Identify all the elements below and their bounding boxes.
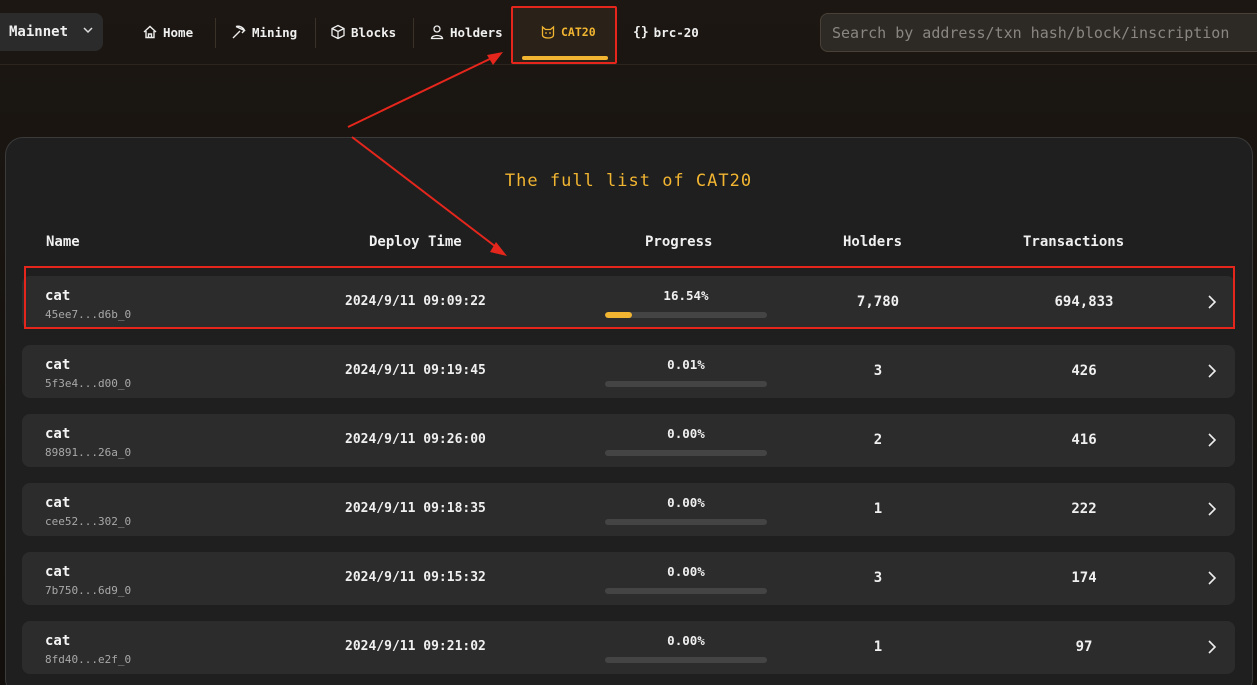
cat-icon [541,25,555,39]
top-navbar: Mainnet Home Mining Blocks Holders CAT20… [0,0,1257,65]
token-id: 7b750...6d9_0 [45,584,132,597]
token-id: 89891...26a_0 [45,446,132,459]
nav-divider [215,18,216,48]
token-name: cat [45,564,71,580]
token-id: 5f3e4...d00_0 [45,377,132,390]
nav-mining-label: Mining [252,24,298,40]
table-row[interactable]: cat 89891...26a_0 2024/9/11 09:26:00 0.0… [22,414,1235,467]
holders-count: 1 [873,501,883,517]
holders-count: 1 [873,639,883,655]
table-row[interactable]: cat 7b750...6d9_0 2024/9/11 09:15:32 0.0… [22,552,1235,605]
token-name: cat [45,633,71,649]
chevron-down-icon [83,27,93,34]
table-row[interactable]: cat 8fd40...e2f_0 2024/9/11 09:21:02 0.0… [22,621,1235,674]
nav-mining[interactable]: Mining [231,18,297,46]
nav-holders[interactable]: Holders [429,18,503,46]
deploy-time: 2024/9/11 09:26:00 [345,432,486,447]
nav-blocks[interactable]: Blocks [330,18,396,46]
progress-percent: 0.00% [667,633,705,648]
annotation-arrow-to-tab [347,55,497,128]
network-selector[interactable]: Mainnet [0,13,103,51]
table-row[interactable]: cat 5f3e4...d00_0 2024/9/11 09:19:45 0.0… [22,345,1235,398]
transactions-count: 222 [1071,501,1097,517]
nav-blocks-label: Blocks [351,24,397,40]
highlight-box [24,266,1235,329]
chevron-right-icon[interactable] [1205,431,1219,449]
token-id: 8fd40...e2f_0 [45,653,132,666]
chevron-right-icon[interactable] [1205,362,1219,380]
progress-percent: 0.00% [667,426,705,441]
column-header-transactions: Transactions [1023,234,1125,250]
nav-brc20-label: brc-20 [653,24,699,40]
holders-count: 3 [873,570,883,586]
chevron-right-icon[interactable] [1205,569,1219,587]
chevron-right-icon[interactable] [1205,500,1219,518]
token-id: cee52...302_0 [45,515,132,528]
table-row[interactable]: cat cee52...302_0 2024/9/11 09:18:35 0.0… [22,483,1235,536]
network-label: Mainnet [9,24,69,40]
nav-brc20[interactable]: {} brc-20 [633,18,699,46]
search-input[interactable] [820,13,1257,52]
transactions-count: 426 [1071,363,1097,379]
home-icon [143,25,157,39]
transactions-count: 97 [1075,639,1093,655]
transactions-count: 416 [1071,432,1097,448]
nav-home[interactable]: Home [142,18,193,46]
token-name: cat [45,426,71,442]
nav-cat20-label: CAT20 [561,25,596,39]
progress-bar [605,381,767,387]
nav-divider [315,18,316,48]
page-title: The full list of CAT20 [504,171,753,191]
progress-bar [605,657,767,663]
column-header-holders: Holders [843,234,903,250]
braces-icon: {} [633,24,649,40]
column-header-name: Name [46,234,80,250]
holders-count: 2 [873,432,883,448]
progress-bar [605,519,767,525]
progress-percent: 0.00% [667,495,705,510]
nav-home-label: Home [163,24,194,40]
progress-bar [605,588,767,594]
nav-holders-label: Holders [450,24,503,40]
column-header-progress: Progress [645,234,713,250]
deploy-time: 2024/9/11 09:15:32 [345,570,486,585]
progress-bar [605,450,767,456]
pickaxe-icon [232,25,246,39]
holders-count: 3 [873,363,883,379]
nav-divider [413,18,414,48]
column-header-deploy-time: Deploy Time [369,234,462,250]
chevron-right-icon[interactable] [1205,638,1219,656]
token-name: cat [45,495,71,511]
progress-percent: 0.00% [667,564,705,579]
cube-icon [331,24,345,40]
deploy-time: 2024/9/11 09:21:02 [345,639,486,654]
token-name: cat [45,357,71,373]
active-tab-indicator [522,56,608,60]
progress-percent: 0.01% [667,357,705,372]
user-icon [430,25,444,40]
deploy-time: 2024/9/11 09:19:45 [345,363,486,378]
nav-cat20[interactable]: CAT20 [540,18,596,46]
transactions-count: 174 [1071,570,1097,586]
deploy-time: 2024/9/11 09:18:35 [345,501,486,516]
